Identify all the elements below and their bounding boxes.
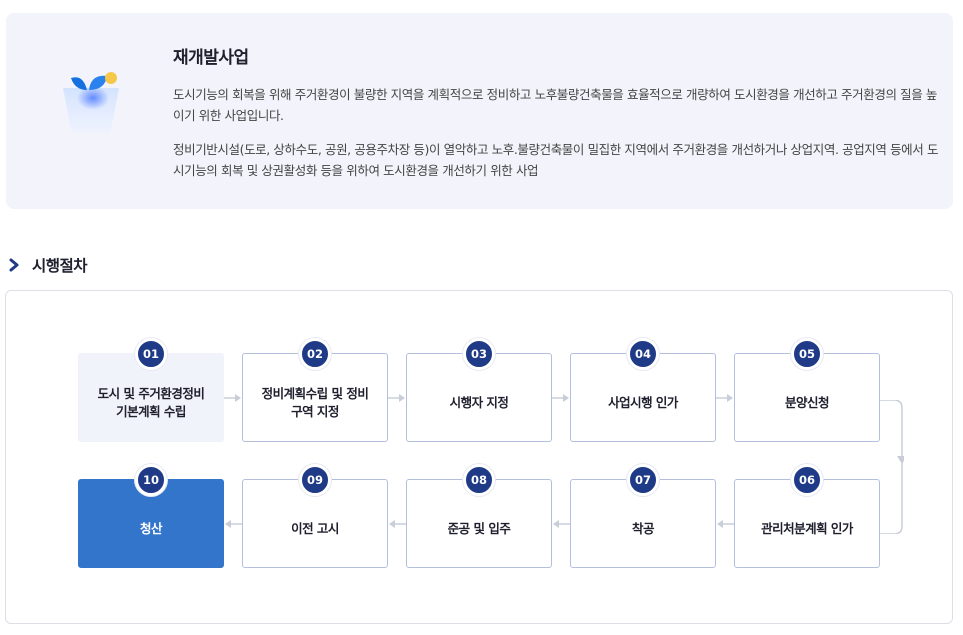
chevron-right-icon (9, 258, 19, 272)
connector-down-icon (880, 400, 904, 534)
step-label: 정비계획수립 및 정비 구역 지정 (261, 385, 369, 419)
step-number-badge: 05 (791, 338, 823, 370)
step-label: 사업시행 인가 (608, 394, 678, 410)
arrow-right-icon (388, 394, 405, 402)
step-label: 청산 (139, 520, 163, 536)
step-label: 이전 고시 (291, 520, 339, 536)
process-step-05: 05 분양신청 (734, 338, 880, 442)
step-label: 관리처분계획 인가 (761, 520, 853, 536)
sprout-pot-icon (63, 72, 119, 133)
step-number-badge: 01 (135, 338, 167, 370)
step-number-badge: 02 (299, 338, 331, 370)
step-number-badge: 07 (627, 464, 659, 496)
arrow-left-icon (389, 520, 406, 528)
arrow-left-icon (717, 520, 734, 528)
section-heading: 시행절차 (8, 253, 88, 277)
step-number-badge: 08 (463, 464, 495, 496)
arrow-right-icon (716, 394, 733, 402)
intro-paragraph-1: 도시기능의 회복을 위해 주거환경이 불량한 지역을 계획적으로 정비하고 노후… (173, 87, 938, 123)
step-label: 도시 및 주거환경정비 기본계획 수립 (97, 385, 205, 419)
step-label: 분양신청 (784, 394, 830, 410)
step-number-badge: 06 (791, 464, 823, 496)
arrow-left-icon (225, 520, 242, 528)
process-step-01: 01 도시 및 주거환경정비 기본계획 수립 (78, 338, 224, 442)
process-step-02: 02 정비계획수립 및 정비 구역 지정 (242, 338, 388, 442)
process-step-04: 04 사업시행 인가 (570, 338, 716, 442)
process-step-07: 07 착공 (570, 464, 716, 568)
step-number-badge: 04 (627, 338, 659, 370)
step-label: 시행자 지정 (449, 394, 509, 410)
step-number-badge: 09 (299, 464, 331, 496)
arrow-left-icon (553, 520, 570, 528)
arrow-right-icon (552, 394, 569, 402)
process-step-10: 10 청산 (78, 464, 224, 568)
section-title: 시행절차 (32, 257, 88, 275)
arrow-right-icon (224, 394, 241, 402)
process-step-08: 08 준공 및 입주 (406, 464, 552, 568)
intro-paragraph-2: 정비기반시설(도로, 상하수도, 공원, 공용주차장 등)이 열악하고 노후.불… (173, 142, 939, 178)
process-step-09: 09 이전 고시 (242, 464, 388, 568)
process-step-06: 06 관리처분계획 인가 (734, 464, 880, 568)
step-label: 준공 및 입주 (447, 520, 511, 536)
step-number-badge: 10 (135, 464, 167, 496)
intro-title: 재개발사업 (173, 48, 249, 68)
intro-card: 재개발사업 도시기능의 회복을 위해 주거환경이 불량한 지역을 계획적으로 정… (6, 13, 953, 209)
step-label: 착공 (631, 520, 655, 536)
step-number-badge: 03 (463, 338, 495, 370)
process-step-03: 03 시행자 지정 (406, 338, 552, 442)
